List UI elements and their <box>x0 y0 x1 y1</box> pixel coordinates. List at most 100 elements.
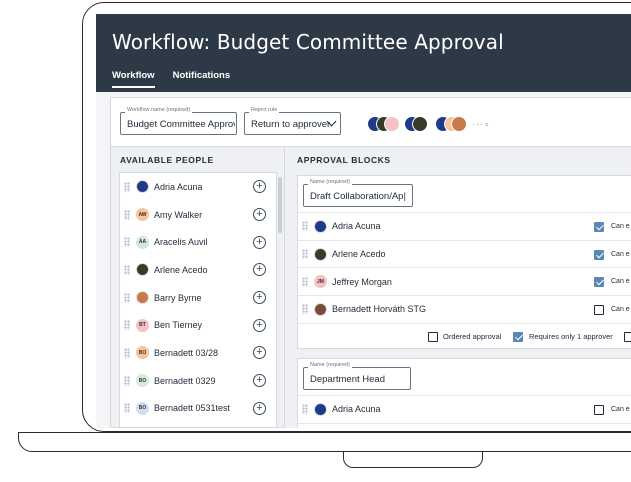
approver-name: Bernadett Horváth STG <box>332 304 427 315</box>
drag-handle-icon[interactable] <box>124 320 130 331</box>
approver-group-avatars: ···∘ <box>367 116 491 132</box>
drag-handle-icon[interactable] <box>124 237 130 248</box>
list-item[interactable]: BHBernadett Horváth+ <box>120 422 276 427</box>
avatar-group-3[interactable] <box>435 116 467 132</box>
avatar: BO <box>136 346 149 360</box>
list-item[interactable]: AA Aracelis Auvil + <box>120 228 276 256</box>
people-list[interactable]: Adria Acuna + AW Amy Walker + AA Aracelis Auvi… <box>119 172 277 428</box>
available-people-heading: AVAILABLE PEOPLE <box>120 155 214 165</box>
approver-row[interactable]: Bill PecorCan e <box>298 422 631 428</box>
drag-handle-icon[interactable] <box>124 292 130 303</box>
drag-handle-icon[interactable] <box>124 403 130 414</box>
person-name: Barry Byrne <box>154 292 202 303</box>
avatar <box>136 263 149 277</box>
add-person-button[interactable]: + <box>253 318 266 332</box>
drag-handle-icon[interactable] <box>124 209 130 220</box>
list-item[interactable]: AW Amy Walker + <box>120 201 276 229</box>
reject-rule-value: Return to approver <box>251 119 331 130</box>
avatar: JM <box>314 275 327 289</box>
avatar: BO <box>136 374 149 388</box>
drag-handle-icon[interactable] <box>302 276 308 287</box>
can-edit-checkbox[interactable] <box>594 305 604 316</box>
person-name: Bernadett 03/28 <box>154 347 219 358</box>
app-header: Workflow: Budget Committee Approval Work… <box>96 14 631 92</box>
tab-workflow[interactable]: Workflow <box>112 70 155 88</box>
block-name-value: Draft Collaboration/Ap| <box>310 191 406 202</box>
add-person-button[interactable]: + <box>253 180 266 194</box>
list-item[interactable]: Barry Byrne + <box>120 284 276 312</box>
add-person-button[interactable]: + <box>253 346 266 360</box>
avatar: BO <box>136 401 149 415</box>
block-options: Ordered approval Requires only 1 approve… <box>298 322 631 348</box>
requires-one-approver-checkbox[interactable] <box>513 331 523 342</box>
people-list-scrollbar[interactable] <box>278 177 282 233</box>
block-option-checkbox[interactable] <box>624 331 631 342</box>
block-name-label: Name (required) <box>308 362 353 368</box>
person-name: Ben Tierney <box>154 320 203 331</box>
add-person-button[interactable]: + <box>253 401 266 415</box>
list-item[interactable]: BO Bernadett 03/28 + <box>120 339 276 367</box>
avatar <box>314 219 327 233</box>
block-name-field[interactable]: Name (required) Department Head <box>303 362 411 390</box>
approver-name: Arlene Acedo <box>332 249 386 260</box>
avatar-group-2[interactable] <box>404 116 428 132</box>
person-name: Aracelis Auvil <box>154 237 208 248</box>
list-item[interactable]: BO Bernadett 0329 + <box>120 367 276 395</box>
list-item[interactable]: BT Ben Tierney + <box>120 311 276 339</box>
add-person-button[interactable]: + <box>253 263 266 277</box>
drag-handle-icon[interactable] <box>124 264 130 275</box>
person-name: Bernadett 0329 <box>154 375 216 386</box>
avatar-group-1[interactable] <box>367 116 400 132</box>
page-title: Workflow: Budget Committee Approval <box>112 30 504 54</box>
ordered-approval-checkbox[interactable] <box>428 331 438 342</box>
drag-handle-icon[interactable] <box>124 347 130 358</box>
person-name: Arlene Acedo <box>154 264 208 275</box>
can-edit-checkbox[interactable] <box>594 249 604 260</box>
drag-handle-icon[interactable] <box>302 221 308 232</box>
approver-row[interactable]: Arlene Acedo Can e <box>298 239 631 268</box>
approver-row[interactable]: Adria Acuna Can e <box>298 212 631 240</box>
avatar <box>136 180 149 194</box>
avatar <box>136 291 149 305</box>
add-person-button[interactable]: + <box>253 235 266 249</box>
list-item[interactable]: Arlene Acedo + <box>120 256 276 284</box>
add-person-button[interactable]: + <box>253 374 266 388</box>
approver-row[interactable]: JM Jeffrey Morgan Can e <box>298 267 631 295</box>
list-item[interactable]: Adria Acuna + <box>120 173 276 201</box>
drag-handle-icon[interactable] <box>302 304 308 315</box>
can-edit-checkbox[interactable] <box>594 277 604 288</box>
drag-handle-icon[interactable] <box>124 181 130 192</box>
avatar <box>314 247 327 261</box>
person-name: Adria Acuna <box>154 181 203 192</box>
add-person-button[interactable]: + <box>253 291 266 305</box>
avatar <box>314 402 327 416</box>
block-name-label: Name (required) <box>308 179 353 185</box>
approval-block: Name (required) Department Head Adria Ac… <box>297 358 631 428</box>
drag-handle-icon[interactable] <box>302 249 308 260</box>
approver-name: Adria Acuna <box>332 404 381 415</box>
drag-handle-icon[interactable] <box>124 375 130 386</box>
reject-rule-select[interactable]: Reject rule Return to approver <box>244 107 341 135</box>
avatar: BT <box>136 318 149 332</box>
laptop-base-frame <box>18 432 631 452</box>
approver-name: Adria Acuna <box>332 221 381 232</box>
can-edit-checkbox[interactable] <box>594 405 604 415</box>
more-approvers-indicator[interactable]: ···∘ <box>472 119 491 130</box>
approver-row[interactable]: Adria Acuna Can e <box>298 395 631 423</box>
workflow-name-field[interactable]: Workflow name (required) Budget Committe… <box>120 107 237 135</box>
approval-block: Name (required) Draft Collaboration/Ap| … <box>297 175 631 349</box>
tab-notifications[interactable]: Notifications <box>173 70 231 88</box>
approver-row[interactable]: Bernadett Horváth STG Can e <box>298 295 631 323</box>
avatar: AW <box>136 208 149 222</box>
drag-handle-icon[interactable] <box>302 404 308 415</box>
approval-blocks-heading: APPROVAL BLOCKS <box>297 155 391 165</box>
add-person-button[interactable]: + <box>253 208 266 222</box>
block-name-field[interactable]: Name (required) Draft Collaboration/Ap| <box>303 179 413 207</box>
requires-one-approver-label: Requires only 1 approver <box>529 331 613 341</box>
approval-blocks-panel: APPROVAL BLOCKS Name (required) Draft Co… <box>285 147 631 428</box>
can-edit-checkbox[interactable] <box>594 222 604 232</box>
ordered-approval-label: Ordered approval <box>443 331 502 341</box>
list-item[interactable]: BO Bernadett 0531test + <box>120 395 276 423</box>
approver-name: Jeffrey Morgan <box>332 276 392 287</box>
reject-rule-label: Reject rule <box>249 107 280 113</box>
